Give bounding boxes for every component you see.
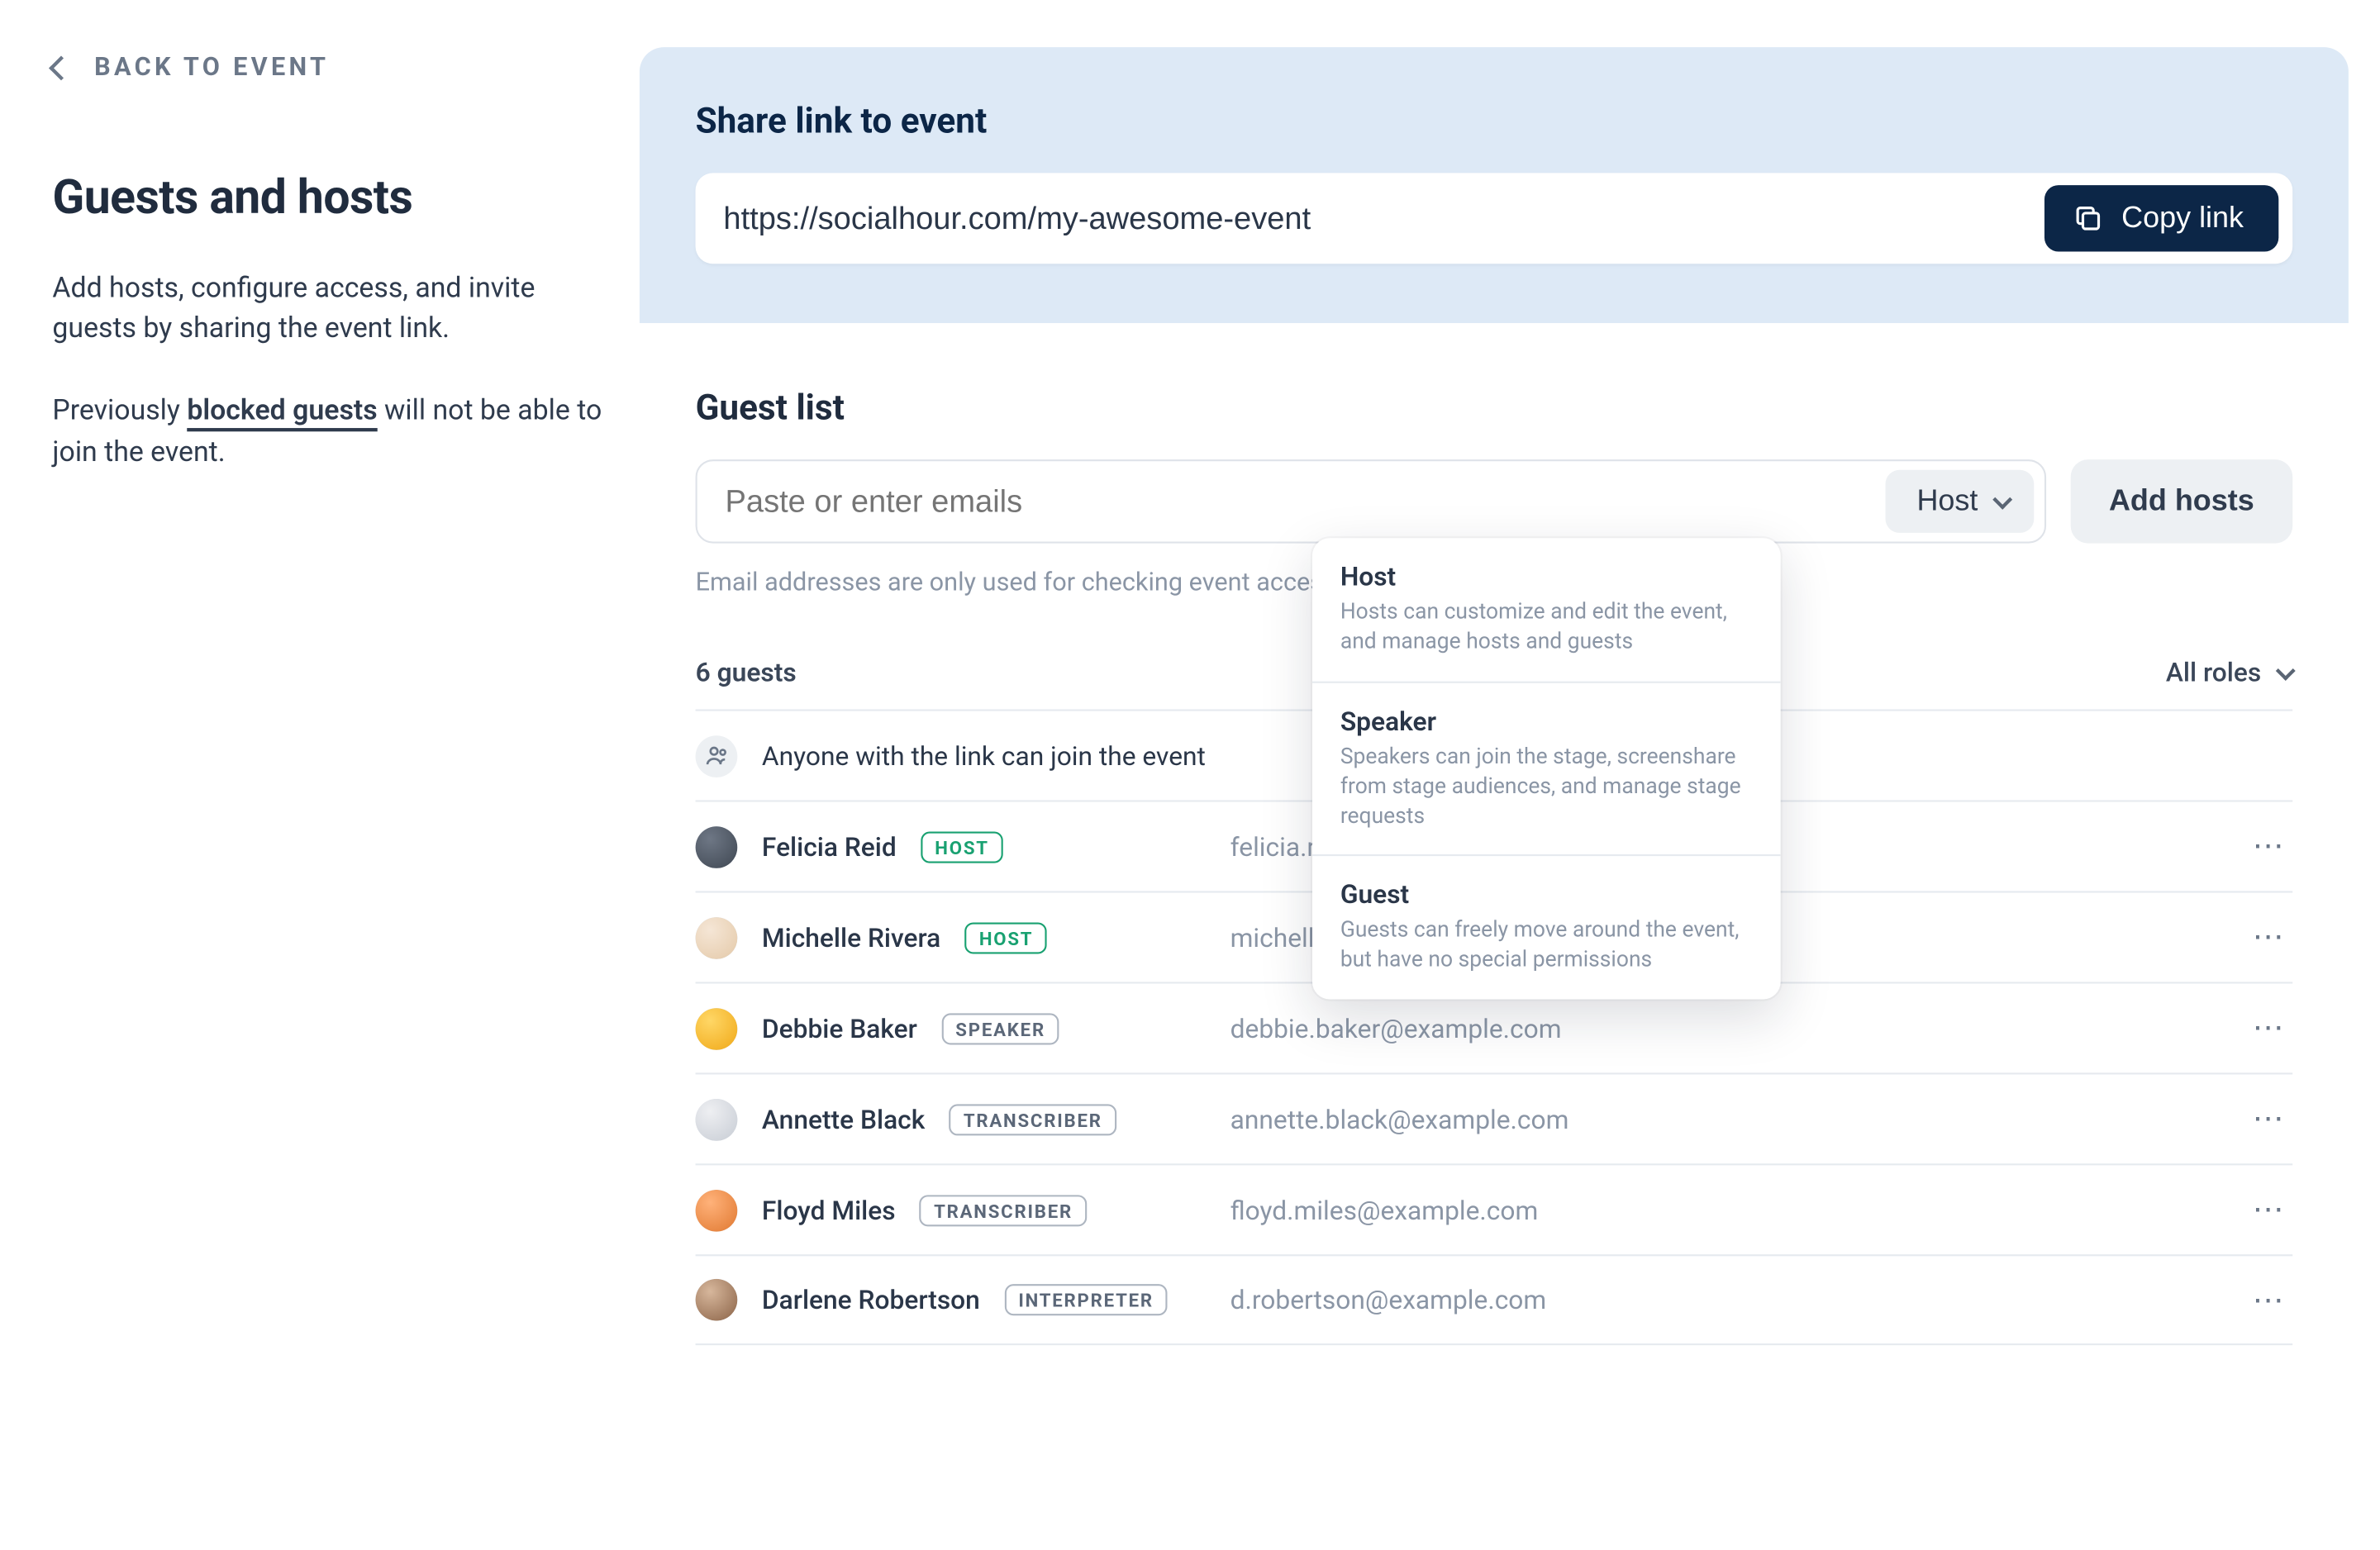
copy-link-button[interactable]: Copy link [2044, 185, 2278, 251]
avatar [696, 1279, 738, 1321]
role-option-desc: Guests can freely move around the event,… [1340, 918, 1753, 977]
guest-name: Floyd Miles [762, 1194, 896, 1225]
role-option-title: Speaker [1340, 706, 1753, 737]
guest-email: debbie.baker@example.com [1230, 1012, 2220, 1044]
role-badge: TRANSCRIBER [920, 1194, 1087, 1225]
guest-name: Debbie Baker [762, 1012, 917, 1044]
row-more-button[interactable]: ⋯ [2247, 1101, 2292, 1137]
role-option[interactable]: Guest Guests can freely move around the … [1312, 855, 1781, 1000]
guest-email: floyd.miles@example.com [1230, 1194, 2220, 1225]
avatar [696, 1189, 738, 1231]
role-option-desc: Speakers can join the stage, screenshare… [1340, 744, 1753, 832]
add-hosts-button[interactable]: Add hosts [2070, 459, 2292, 543]
guest-name: Darlene Robertson [762, 1284, 980, 1315]
chevron-down-icon [1992, 489, 2012, 509]
role-option[interactable]: Host Hosts can customize and edit the ev… [1312, 538, 1781, 681]
email-input[interactable] [721, 482, 1885, 522]
role-dropdown: Host Hosts can customize and edit the ev… [1312, 538, 1781, 999]
role-badge: SPEAKER [941, 1012, 1059, 1044]
intro-text-1: Add hosts, configure access, and invite … [52, 268, 612, 349]
role-badge: HOST [965, 921, 1047, 953]
guest-email: d.robertson@example.com [1230, 1284, 2220, 1315]
guest-name: Annette Black [762, 1103, 925, 1134]
avatar [696, 1007, 738, 1049]
share-link-box: Copy link [696, 173, 2293, 264]
share-url-input[interactable] [720, 198, 2044, 239]
chevron-left-icon [49, 55, 74, 79]
avatar [696, 916, 738, 958]
row-more-button[interactable]: ⋯ [2247, 1010, 2292, 1046]
people-icon [696, 735, 738, 777]
guest-row: Annette Black TRANSCRIBER annette.black@… [696, 1072, 2293, 1163]
role-option-title: Host [1340, 561, 1753, 592]
copy-icon [2073, 202, 2104, 234]
guest-name: Michelle Rivera [762, 921, 940, 953]
role-badge: INTERPRETER [1004, 1284, 1167, 1315]
role-select[interactable]: Host [1885, 470, 2034, 533]
page-title: Guests and hosts [52, 169, 612, 226]
guest-name: Felicia Reid [762, 830, 897, 862]
role-option-desc: Hosts can customize and edit the event, … [1340, 599, 1753, 658]
guest-count: 6 guests [696, 657, 797, 688]
back-to-event-link[interactable]: BACK TO EVENT [52, 52, 612, 82]
chevron-down-icon [2276, 660, 2296, 680]
share-title: Share link to event [696, 100, 2293, 142]
blocked-guests-link[interactable]: blocked guests [187, 394, 377, 433]
role-option[interactable]: Speaker Speakers can join the stage, scr… [1312, 681, 1781, 855]
email-input-box: Host [696, 459, 2046, 543]
avatar [696, 1098, 738, 1140]
role-filter[interactable]: All roles [2166, 657, 2292, 688]
role-badge: HOST [921, 830, 1002, 862]
guest-row: Darlene Robertson INTERPRETER d.robertso… [696, 1254, 2293, 1345]
row-more-button[interactable]: ⋯ [2247, 1191, 2292, 1228]
guest-email: annette.black@example.com [1230, 1103, 2220, 1134]
row-more-button[interactable]: ⋯ [2247, 828, 2292, 864]
guest-list-title: Guest list [696, 386, 2293, 428]
back-label: BACK TO EVENT [94, 52, 329, 82]
row-more-button[interactable]: ⋯ [2247, 1281, 2292, 1318]
role-option-title: Guest [1340, 879, 1753, 911]
row-more-button[interactable]: ⋯ [2247, 919, 2292, 955]
anyone-text: Anyone with the link can join the event [762, 739, 1206, 771]
guest-row: Floyd Miles TRANSCRIBER floyd.miles@exam… [696, 1163, 2293, 1254]
intro-text-2: Previously blocked guests will not be ab… [52, 390, 612, 471]
share-section: Share link to event Copy link [640, 47, 2349, 323]
avatar [696, 825, 738, 868]
role-badge: TRANSCRIBER [950, 1103, 1116, 1134]
